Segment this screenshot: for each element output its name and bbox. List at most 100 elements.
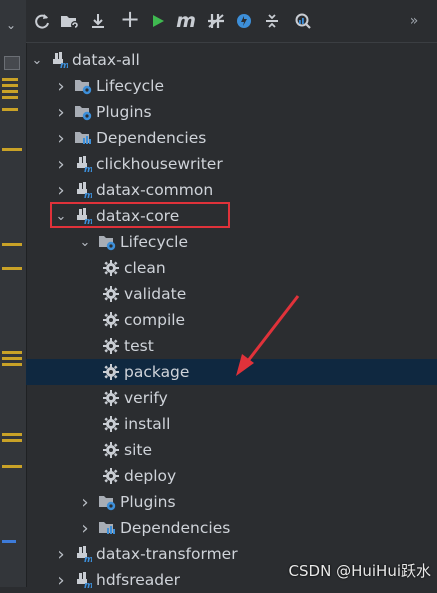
tree-item-plugins-folder[interactable]: › Plugins [26, 489, 437, 515]
tree-item-label: Dependencies [96, 129, 207, 147]
tree-item-label: clean [124, 259, 166, 277]
analyze-dependencies-icon[interactable] [294, 11, 314, 31]
tree-item-label: compile [124, 311, 186, 329]
gear-icon [102, 285, 120, 303]
svg-text:m: m [84, 581, 92, 589]
maven-goal-icon[interactable]: m [176, 10, 196, 32]
tree-item-label: Lifecycle [96, 77, 164, 95]
chevron-down-icon[interactable]: ⌄ [30, 53, 44, 68]
tree-item-label: site [124, 441, 152, 459]
chevron-right-icon[interactable]: › [54, 102, 68, 123]
tree-item-label: Plugins [96, 103, 152, 121]
gutter-marker [2, 433, 22, 436]
plugins-folder-icon [98, 493, 116, 511]
maven-module-icon: m [74, 571, 93, 591]
plus-icon[interactable]: + [120, 5, 140, 33]
toggle-skip-tests-icon[interactable] [206, 11, 226, 31]
maven-module-icon: m [74, 155, 93, 175]
gear-icon [102, 363, 120, 381]
generate-sources-icon[interactable] [60, 11, 80, 31]
tree-item-module[interactable]: › m datax-common [26, 177, 437, 203]
gear-icon [102, 389, 120, 407]
dependencies-folder-icon [98, 519, 116, 537]
download-icon[interactable] [88, 11, 108, 31]
tree-item-goal[interactable]: package [26, 359, 437, 385]
gutter-marker [2, 96, 18, 99]
tree-item-label: hdfsreader [96, 571, 181, 589]
tree-item-goal[interactable]: install [26, 411, 437, 437]
chevron-right-icon[interactable]: › [78, 492, 92, 513]
plugins-folder-icon [74, 103, 92, 121]
svg-text:m: m [84, 555, 92, 563]
tree-item-module[interactable]: ⌄ m datax-all [26, 47, 437, 73]
tree-item-lifecycle-folder[interactable]: › Lifecycle [26, 73, 437, 99]
chevron-right-icon[interactable]: › [54, 128, 68, 149]
chevron-right-icon[interactable]: › [78, 518, 92, 539]
gutter-marker [2, 363, 22, 366]
tree-item-label: validate [124, 285, 187, 303]
chevron-right-icon[interactable]: › [54, 180, 68, 201]
tree-item-label: Lifecycle [120, 233, 188, 251]
tree-item-goal[interactable]: clean [26, 255, 437, 281]
tree-item-dependencies-folder[interactable]: › Dependencies [26, 515, 437, 541]
gutter-marker-blue [2, 540, 16, 543]
tree-item-label: verify [124, 389, 168, 407]
lifecycle-folder-icon [98, 233, 116, 251]
tree-item-goal[interactable]: site [26, 437, 437, 463]
gutter-marker [2, 465, 22, 468]
tree-item-label: package [124, 363, 190, 381]
gear-icon [102, 337, 120, 355]
reload-icon[interactable] [32, 11, 52, 31]
gear-icon [102, 415, 120, 433]
tree-item-label: datax-common [96, 181, 214, 199]
tree-item-goal[interactable]: verify [26, 385, 437, 411]
gutter-marker [2, 78, 18, 81]
gear-icon [102, 259, 120, 277]
tree-item-label: Dependencies [120, 519, 231, 537]
more-icon[interactable]: » [404, 11, 424, 31]
tree-item-label: install [124, 415, 171, 433]
tree-item-label: Plugins [120, 493, 176, 511]
gutter-slot [4, 56, 20, 70]
tree-item-plugins-folder[interactable]: › Plugins [26, 99, 437, 125]
tree-item-lifecycle-folder[interactable]: ⌄ Lifecycle [26, 229, 437, 255]
run-icon[interactable] [148, 11, 168, 31]
tree-item-label: test [124, 337, 154, 355]
tree-item-goal[interactable]: test [26, 333, 437, 359]
gutter-marker [2, 148, 22, 151]
left-gutter: ⌄ [0, 0, 27, 587]
svg-text:m: m [60, 61, 68, 69]
chevron-right-icon[interactable]: › [54, 76, 68, 97]
offline-icon[interactable] [234, 11, 254, 31]
chevron-right-icon[interactable]: › [54, 570, 68, 591]
chevron-right-icon[interactable]: › [54, 154, 68, 175]
maven-toolbar: + m » [26, 0, 437, 43]
collapse-icon[interactable] [262, 11, 282, 31]
gutter-marker [2, 84, 18, 87]
maven-module-icon: m [74, 181, 93, 201]
tree-item-dependencies-folder[interactable]: › Dependencies [26, 125, 437, 151]
gutter-marker [2, 357, 22, 360]
gutter-marker [2, 108, 18, 111]
gear-icon [102, 441, 120, 459]
gutter-marker [2, 351, 22, 354]
maven-module-icon: m [74, 545, 93, 565]
tree-item-label: datax-all [72, 51, 140, 69]
maven-module-icon: m [50, 51, 69, 71]
chevron-down-icon[interactable]: ⌄ [6, 18, 16, 32]
highlight-box [50, 202, 230, 228]
maven-project-tree: ⌄mdatax-all›Lifecycle›Plugins›Dependenci… [26, 42, 437, 591]
lifecycle-folder-icon [74, 77, 92, 95]
tree-item-goal[interactable]: compile [26, 307, 437, 333]
gutter-marker [2, 90, 18, 93]
tree-item-module[interactable]: › m clickhousewriter [26, 151, 437, 177]
gutter-marker [2, 439, 22, 442]
svg-text:m: m [84, 165, 92, 173]
chevron-right-icon[interactable]: › [54, 544, 68, 565]
tree-item-label: clickhousewriter [96, 155, 223, 173]
chevron-down-icon[interactable]: ⌄ [78, 235, 92, 250]
dependencies-folder-icon [74, 129, 92, 147]
tree-item-goal[interactable]: deploy [26, 463, 437, 489]
tree-item-goal[interactable]: validate [26, 281, 437, 307]
tree-item-label: deploy [124, 467, 177, 485]
